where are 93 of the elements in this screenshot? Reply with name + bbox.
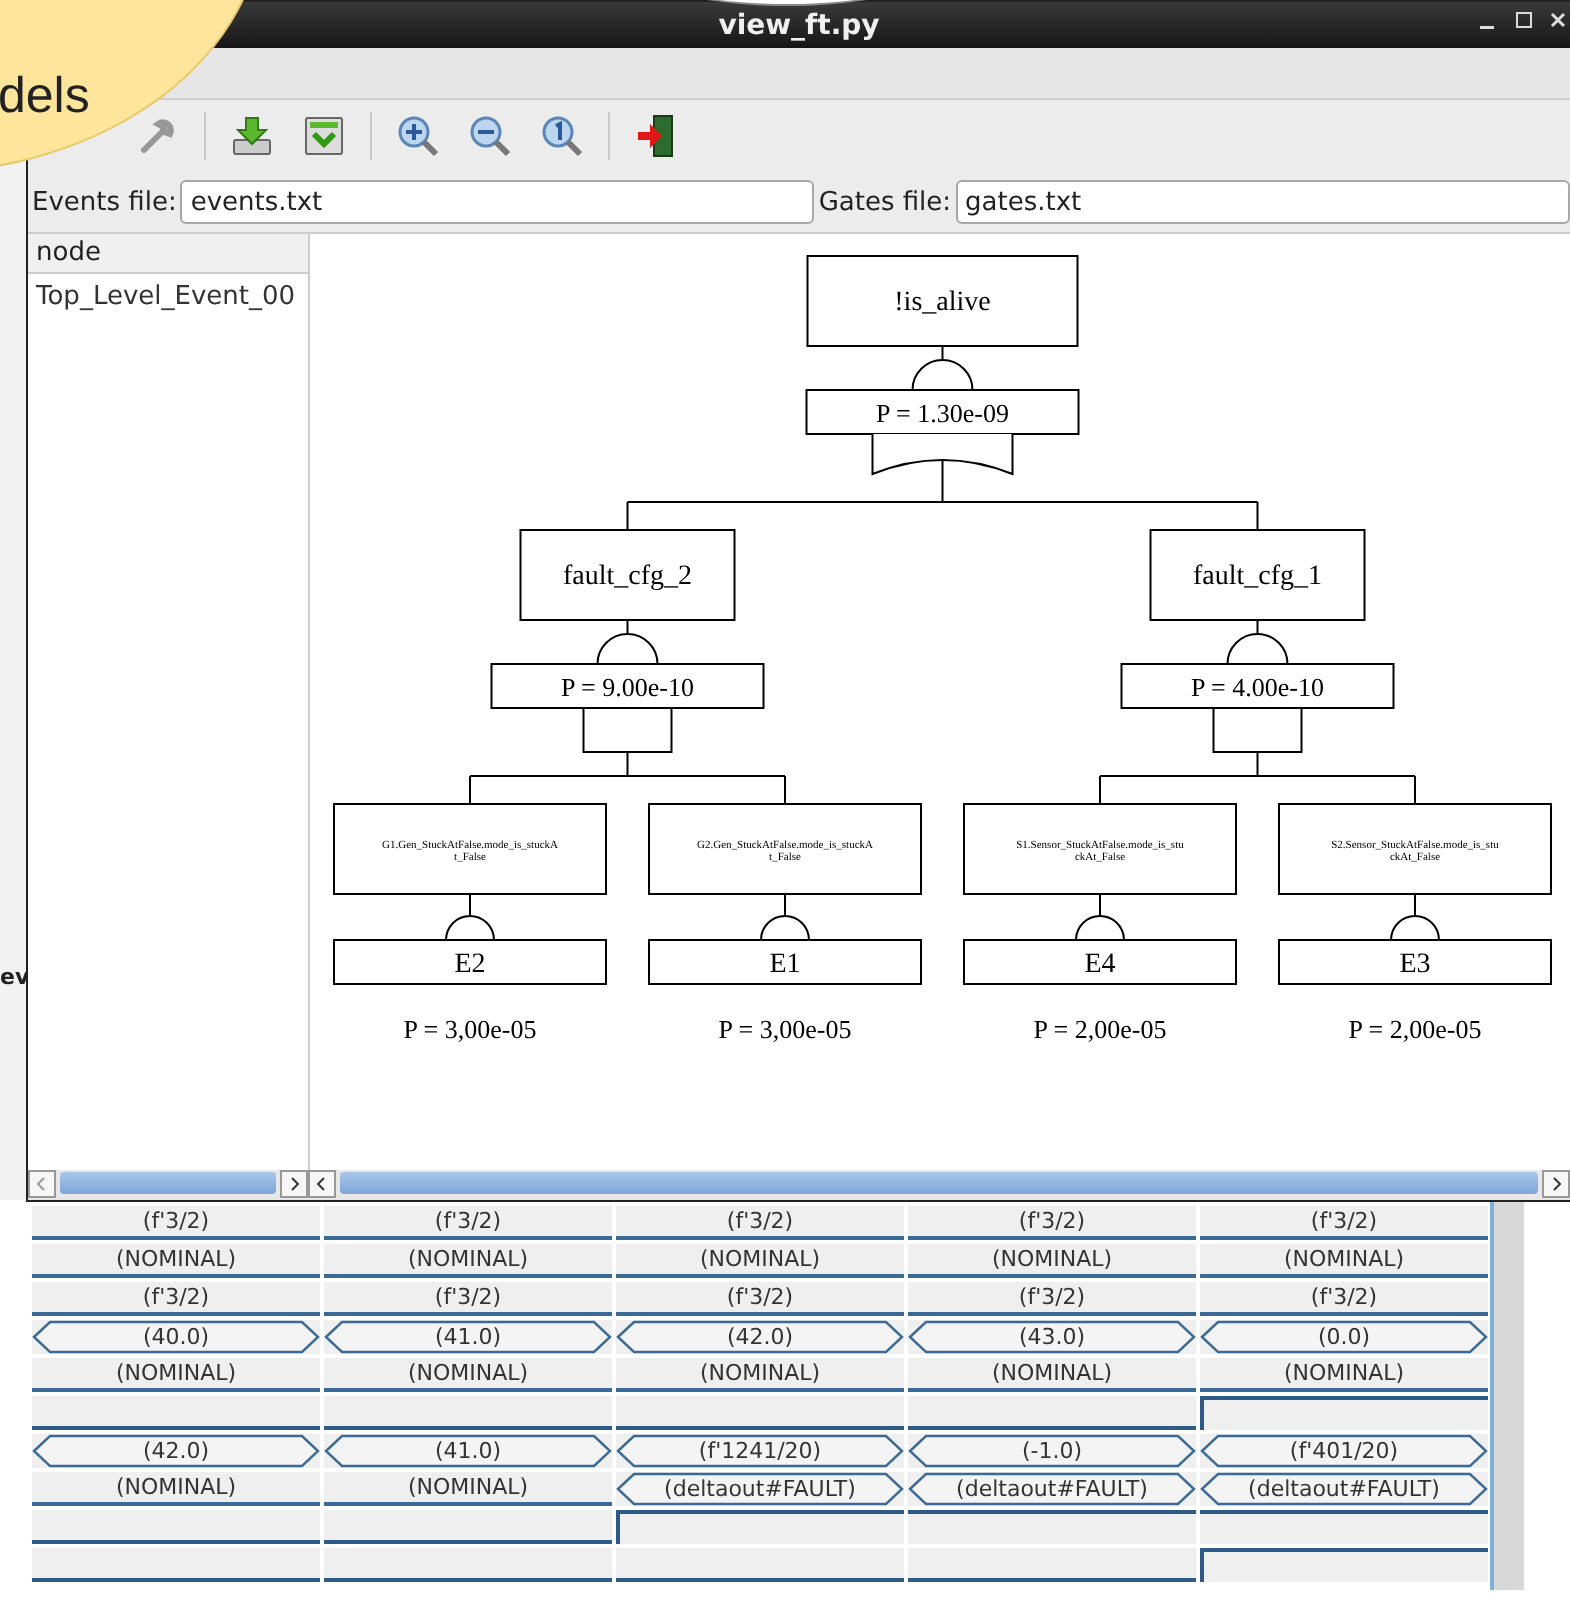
callout-text: dels bbox=[0, 68, 90, 126]
and-gate-icon bbox=[1212, 707, 1303, 753]
field-label: Gates file: bbox=[816, 187, 954, 217]
scroll-right-icon[interactable] bbox=[280, 1169, 308, 1197]
scrollbar[interactable] bbox=[1490, 1200, 1524, 1590]
probability-label: P = 2,00e-05 bbox=[1348, 1014, 1482, 1044]
probability-label: P = 9.00e-10 bbox=[561, 672, 694, 702]
probability-label: P = 2,00e-05 bbox=[1033, 1014, 1167, 1044]
probability-label: P = 3,00e-05 bbox=[403, 1014, 537, 1044]
signal-value: (NOMINAL) bbox=[908, 1244, 1196, 1278]
signal-value: (NOMINAL) bbox=[908, 1358, 1196, 1392]
signal-value: (f'3/2) bbox=[908, 1206, 1196, 1240]
field-label: Events file: bbox=[30, 187, 179, 217]
signal-value: (NOMINAL) bbox=[324, 1244, 612, 1278]
signal-value: (deltaout#FAULT) bbox=[616, 1472, 904, 1506]
close-icon[interactable] bbox=[1550, 10, 1566, 30]
file-field[interactable]: events.txt bbox=[180, 180, 815, 224]
event-box[interactable] bbox=[806, 255, 1079, 347]
connector-line bbox=[1099, 893, 1101, 917]
signal-value: (42.0) bbox=[616, 1320, 904, 1354]
signal-value: (40.0) bbox=[32, 1320, 320, 1354]
scrollbar-thumb[interactable] bbox=[340, 1172, 1538, 1194]
event-label: fault_cfg_1 bbox=[1192, 562, 1323, 592]
file-field[interactable]: gates.txt bbox=[955, 180, 1570, 224]
basic-event-icon bbox=[445, 915, 495, 941]
basic-event-icon bbox=[1390, 915, 1440, 941]
signal-value: (0.0) bbox=[1200, 1320, 1488, 1354]
signal-value: (deltaout#FAULT) bbox=[1200, 1472, 1488, 1506]
event-box[interactable] bbox=[333, 803, 607, 895]
signal-value: (f'3/2) bbox=[616, 1282, 904, 1316]
event-label: !is_alive bbox=[894, 288, 991, 318]
signal-value: (f'3/2) bbox=[324, 1282, 612, 1316]
tree-item[interactable]: Top_Level_Event_00 bbox=[28, 274, 308, 320]
maximize-icon[interactable] bbox=[1514, 10, 1534, 30]
signal-value: (f'3/2) bbox=[616, 1206, 904, 1240]
or-gate-icon bbox=[871, 433, 1014, 475]
signal-value: (NOMINAL) bbox=[1200, 1358, 1488, 1392]
event-box[interactable] bbox=[519, 529, 736, 621]
download-icon[interactable] bbox=[228, 112, 276, 160]
signal-value: (f'3/2) bbox=[32, 1206, 320, 1240]
connector-line bbox=[469, 893, 471, 917]
event-box[interactable] bbox=[963, 803, 1237, 895]
signal-value: (NOMINAL) bbox=[324, 1472, 612, 1506]
scrollbar-thumb[interactable] bbox=[60, 1172, 276, 1194]
probability-label: P = 1.30e-09 bbox=[876, 398, 1009, 428]
event-id: E3 bbox=[1399, 950, 1431, 980]
event-id: E4 bbox=[1084, 950, 1116, 980]
column-header: node bbox=[28, 234, 308, 274]
connector-line bbox=[784, 893, 786, 917]
scrollbar[interactable] bbox=[28, 1170, 308, 1196]
basic-event-icon bbox=[760, 915, 810, 941]
signal-value: (f'401/20) bbox=[1200, 1434, 1488, 1468]
gate-top-icon bbox=[1226, 633, 1289, 665]
zoom-reset-icon[interactable] bbox=[538, 112, 586, 160]
scroll-right-icon[interactable] bbox=[1542, 1169, 1570, 1197]
zoom-out-icon[interactable] bbox=[466, 112, 514, 160]
signal-value: (42.0) bbox=[32, 1434, 320, 1468]
signal-value: (deltaout#FAULT) bbox=[908, 1472, 1196, 1506]
download-check-icon[interactable] bbox=[300, 112, 348, 160]
signal-value: (NOMINAL) bbox=[32, 1472, 320, 1506]
signal-value: (f'3/2) bbox=[324, 1206, 612, 1240]
scroll-left-icon[interactable] bbox=[308, 1169, 336, 1197]
signal-value: (NOMINAL) bbox=[616, 1358, 904, 1392]
signal-value: (-1.0) bbox=[908, 1434, 1196, 1468]
event-box[interactable] bbox=[1149, 529, 1366, 621]
probability-label: P = 4.00e-10 bbox=[1191, 672, 1324, 702]
signal-value: (NOMINAL) bbox=[32, 1358, 320, 1392]
scrollbar[interactable] bbox=[308, 1170, 1570, 1196]
and-gate-icon bbox=[582, 707, 673, 753]
zoom-in-icon[interactable] bbox=[394, 112, 442, 160]
event-id: E2 bbox=[454, 950, 486, 980]
window-title: view_ft.py bbox=[718, 9, 880, 41]
signal-value: (41.0) bbox=[324, 1320, 612, 1354]
event-id: E1 bbox=[769, 950, 801, 980]
event-box[interactable] bbox=[1278, 803, 1552, 895]
signal-value: (NOMINAL) bbox=[616, 1244, 904, 1278]
basic-event-icon bbox=[1075, 915, 1125, 941]
gate-top-icon bbox=[596, 633, 659, 665]
signal-value: (f'3/2) bbox=[32, 1282, 320, 1316]
signal-value: (43.0) bbox=[908, 1320, 1196, 1354]
signal-value: (f'1241/20) bbox=[616, 1434, 904, 1468]
signal-value: (f'3/2) bbox=[908, 1282, 1196, 1316]
connector-line bbox=[1414, 893, 1416, 917]
event-label: fault_cfg_2 bbox=[562, 562, 693, 592]
signal-value: (NOMINAL) bbox=[32, 1244, 320, 1278]
signal-value: (NOMINAL) bbox=[324, 1358, 612, 1392]
probability-label: P = 3,00e-05 bbox=[718, 1014, 852, 1044]
event-box[interactable] bbox=[648, 803, 922, 895]
signal-value: (NOMINAL) bbox=[1200, 1244, 1488, 1278]
signal-value: (f'3/2) bbox=[1200, 1206, 1488, 1240]
signal-value: (41.0) bbox=[324, 1434, 612, 1468]
gate-top-icon bbox=[911, 359, 974, 391]
signal-value: (f'3/2) bbox=[1200, 1282, 1488, 1316]
